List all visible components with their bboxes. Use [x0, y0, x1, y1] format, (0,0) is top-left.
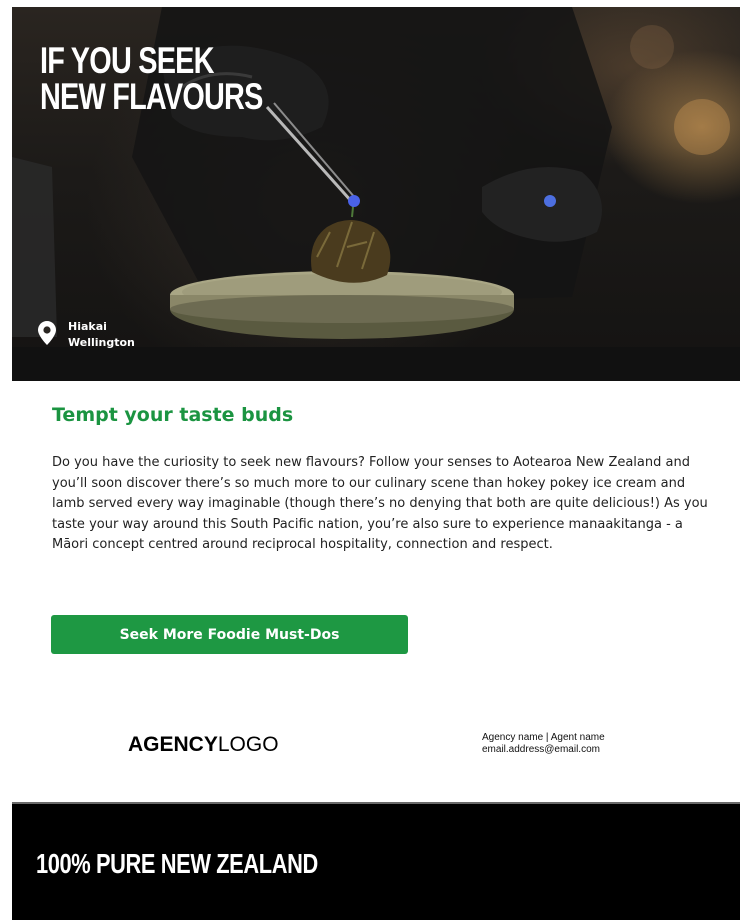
agency-email[interactable]: email.address@email.com — [482, 744, 605, 756]
agency-logo-light: LOGO — [217, 733, 279, 756]
location-venue: Hiakai — [68, 320, 107, 333]
location-city: Wellington — [68, 336, 135, 349]
seek-more-foodie-button[interactable]: Seek More Foodie Must-Dos — [51, 615, 408, 654]
hero-headline-line2: NEW FLAVOURS — [40, 76, 263, 117]
agency-logo: AGENCYLOGO — [128, 733, 279, 757]
hero-headline-line1: IF YOU SEEK — [40, 40, 215, 81]
footer-banner: 100% PURE NEW ZEALAND — [12, 804, 740, 920]
hero-headline: IF YOU SEEK NEW FLAVOURS — [40, 40, 263, 117]
email-page: IF YOU SEEK NEW FLAVOURS Hiakai Wellingt… — [0, 0, 740, 920]
map-pin-icon — [38, 321, 56, 345]
body-paragraph: Do you have the curiosity to seek new fl… — [52, 455, 708, 552]
hero-banner: IF YOU SEEK NEW FLAVOURS Hiakai Wellingt… — [12, 7, 740, 381]
location-tag: Hiakai Wellington — [38, 319, 135, 351]
section-heading: Tempt your taste buds — [52, 404, 294, 426]
agency-logo-bold: AGENCY — [128, 733, 218, 756]
brand-tagline: 100% PURE NEW ZEALAND — [36, 848, 318, 879]
garnish-flower — [348, 195, 360, 207]
agency-contact: Agency name | Agent name email.address@e… — [482, 732, 605, 756]
agency-agent-names: Agency name | Agent name — [482, 732, 605, 743]
garnish-flower-right — [544, 195, 556, 207]
location-label: Hiakai Wellington — [68, 319, 135, 351]
